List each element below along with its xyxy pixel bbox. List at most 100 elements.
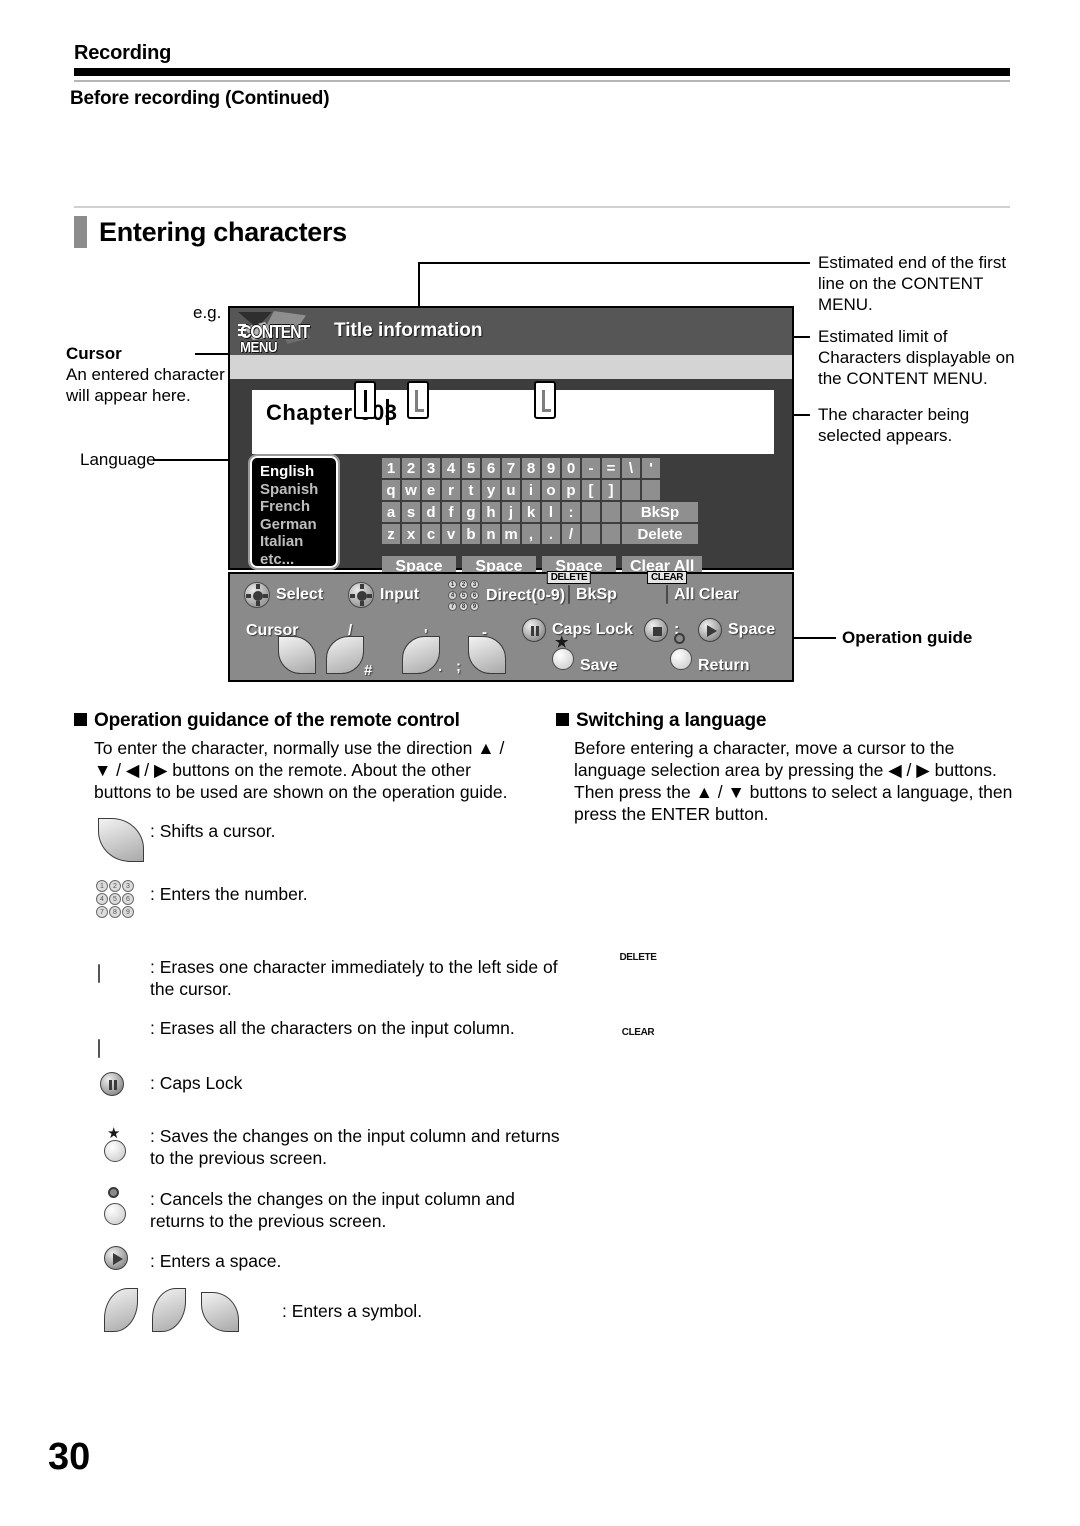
key-5[interactable]: 5 [462, 458, 480, 478]
key-u[interactable]: u [502, 480, 520, 500]
header-rule-thick [74, 68, 1010, 76]
language-option[interactable]: German [260, 516, 336, 534]
section-tab-marker [74, 216, 87, 248]
marker-char-limit [534, 381, 556, 419]
key--[interactable]: - [582, 458, 600, 478]
opg-bksp-group[interactable]: DELETE BkSp [546, 571, 617, 604]
language-selection-list[interactable]: English Spanish French German Italian etc... [248, 454, 340, 570]
key-e[interactable]: e [422, 480, 440, 500]
key-.[interactable]: . [542, 524, 560, 544]
legend-text-return: : Cancels the changes on the input colum… [150, 1189, 515, 1231]
arc-button-semicolon-icon[interactable] [468, 636, 506, 674]
legend-icon-number: 12345 6789 [96, 880, 134, 918]
legend-icon-save: ★ [104, 1126, 126, 1167]
key-z[interactable]: z [382, 524, 400, 544]
key-t[interactable]: t [462, 480, 480, 500]
logo-text: CONTENT MENU [240, 322, 310, 354]
legend-icon-clear: CLEAR [98, 1027, 1080, 1058]
opg-symbol-dash: - [482, 624, 487, 641]
opg-space-group[interactable]: Space [698, 618, 775, 642]
key-][interactable]: ] [602, 480, 620, 500]
opg-return-group[interactable]: Return [670, 633, 750, 675]
arc-button-apostrophe-icon[interactable] [402, 636, 440, 674]
keyboard-row-4: zxcvbnm,./..Delete [382, 524, 702, 544]
key-b[interactable]: b [462, 524, 480, 544]
key-blank[interactable]: . [582, 524, 600, 544]
key-o[interactable]: o [542, 480, 560, 500]
arc-button-slash-icon[interactable] [326, 636, 364, 674]
key-6[interactable]: 6 [482, 458, 500, 478]
opg-symbol-slash: / [348, 622, 353, 639]
key-j[interactable]: j [502, 502, 520, 522]
callout-cursor-title: Cursor [66, 344, 122, 363]
key-w[interactable]: w [402, 480, 420, 500]
key-:[interactable]: : [562, 502, 580, 522]
language-option[interactable]: French [260, 498, 336, 516]
key-8[interactable]: 8 [522, 458, 540, 478]
key-l[interactable]: l [542, 502, 560, 522]
opg-save-group[interactable]: ★ Save [552, 635, 617, 675]
key-1[interactable]: 1 [382, 458, 400, 478]
key-\[interactable]: \ [622, 458, 640, 478]
key-s[interactable]: s [402, 502, 420, 522]
key-k[interactable]: k [522, 502, 540, 522]
opg-select-group[interactable]: Select [244, 582, 323, 608]
key-/[interactable]: / [562, 524, 580, 544]
opg-allclear-group[interactable]: CLEAR All Clear [647, 571, 739, 604]
key-blank[interactable]: . [622, 480, 640, 500]
key-p[interactable]: p [562, 480, 580, 500]
leader-opguide-h [790, 637, 836, 639]
key-v[interactable]: v [442, 524, 460, 544]
key-blank[interactable]: . [602, 524, 620, 544]
key-blank[interactable]: . [642, 480, 660, 500]
key-f[interactable]: f [442, 502, 460, 522]
language-option[interactable]: English [260, 463, 336, 481]
key-i[interactable]: i [522, 480, 540, 500]
key-r[interactable]: r [442, 480, 460, 500]
on-screen-keyboard[interactable]: 1234567890-=\' qwertyuiop[].. asdfghjkl:… [382, 458, 703, 578]
key-3[interactable]: 3 [422, 458, 440, 478]
key-c[interactable]: c [422, 524, 440, 544]
key-h[interactable]: h [482, 502, 500, 522]
opg-bksp-label: BkSp [576, 586, 617, 603]
opg-capslock-group[interactable]: Caps Lock [522, 618, 633, 642]
opg-direct-group[interactable]: 12345 6789 Direct(0-9) [448, 580, 565, 611]
key-q[interactable]: q [382, 480, 400, 500]
key-2[interactable]: 2 [402, 458, 420, 478]
operation-guide-panel: Select Input 12345 6789 Direct(0-9) DELE… [228, 571, 794, 682]
delete-button-icon: DELETE [546, 571, 592, 604]
key-delete[interactable]: Delete [622, 524, 698, 544]
bullet-square-icon [556, 713, 569, 726]
key-a[interactable]: a [382, 502, 400, 522]
heading-switching-language: Switching a language [556, 710, 766, 732]
key-bksp[interactable]: BkSp [622, 502, 698, 522]
callout-first-line-end: Estimated end of the first line on the C… [818, 253, 1007, 314]
key-,[interactable]: , [522, 524, 540, 544]
key-4[interactable]: 4 [442, 458, 460, 478]
opg-input-group[interactable]: Input [348, 582, 419, 608]
language-option[interactable]: etc... [260, 551, 336, 569]
key-y[interactable]: y [482, 480, 500, 500]
legend-icon-return [104, 1187, 126, 1230]
language-option[interactable]: Italian [260, 533, 336, 551]
key-x[interactable]: x [402, 524, 420, 544]
key-g[interactable]: g [462, 502, 480, 522]
key-9[interactable]: 9 [542, 458, 560, 478]
key-=[interactable]: = [602, 458, 620, 478]
key-n[interactable]: n [482, 524, 500, 544]
arc-button-down-icon[interactable] [278, 636, 316, 674]
section-rule [74, 206, 1010, 208]
key-d[interactable]: d [422, 502, 440, 522]
language-option[interactable]: Spanish [260, 481, 336, 499]
title-input-field[interactable]: Chapter 003 [252, 390, 774, 454]
key-7[interactable]: 7 [502, 458, 520, 478]
key-m[interactable]: m [502, 524, 520, 544]
key-'[interactable]: ' [642, 458, 660, 478]
key-0[interactable]: 0 [562, 458, 580, 478]
arc-symbol-3-icon [200, 1292, 239, 1332]
tv-screen-mock: CONTENT MENU Title information Chapter 0… [228, 306, 794, 578]
star-button-icon: ★ [552, 635, 574, 675]
key-blank[interactable]: . [582, 502, 600, 522]
key-[[interactable]: [ [582, 480, 600, 500]
key-blank[interactable]: . [602, 502, 620, 522]
